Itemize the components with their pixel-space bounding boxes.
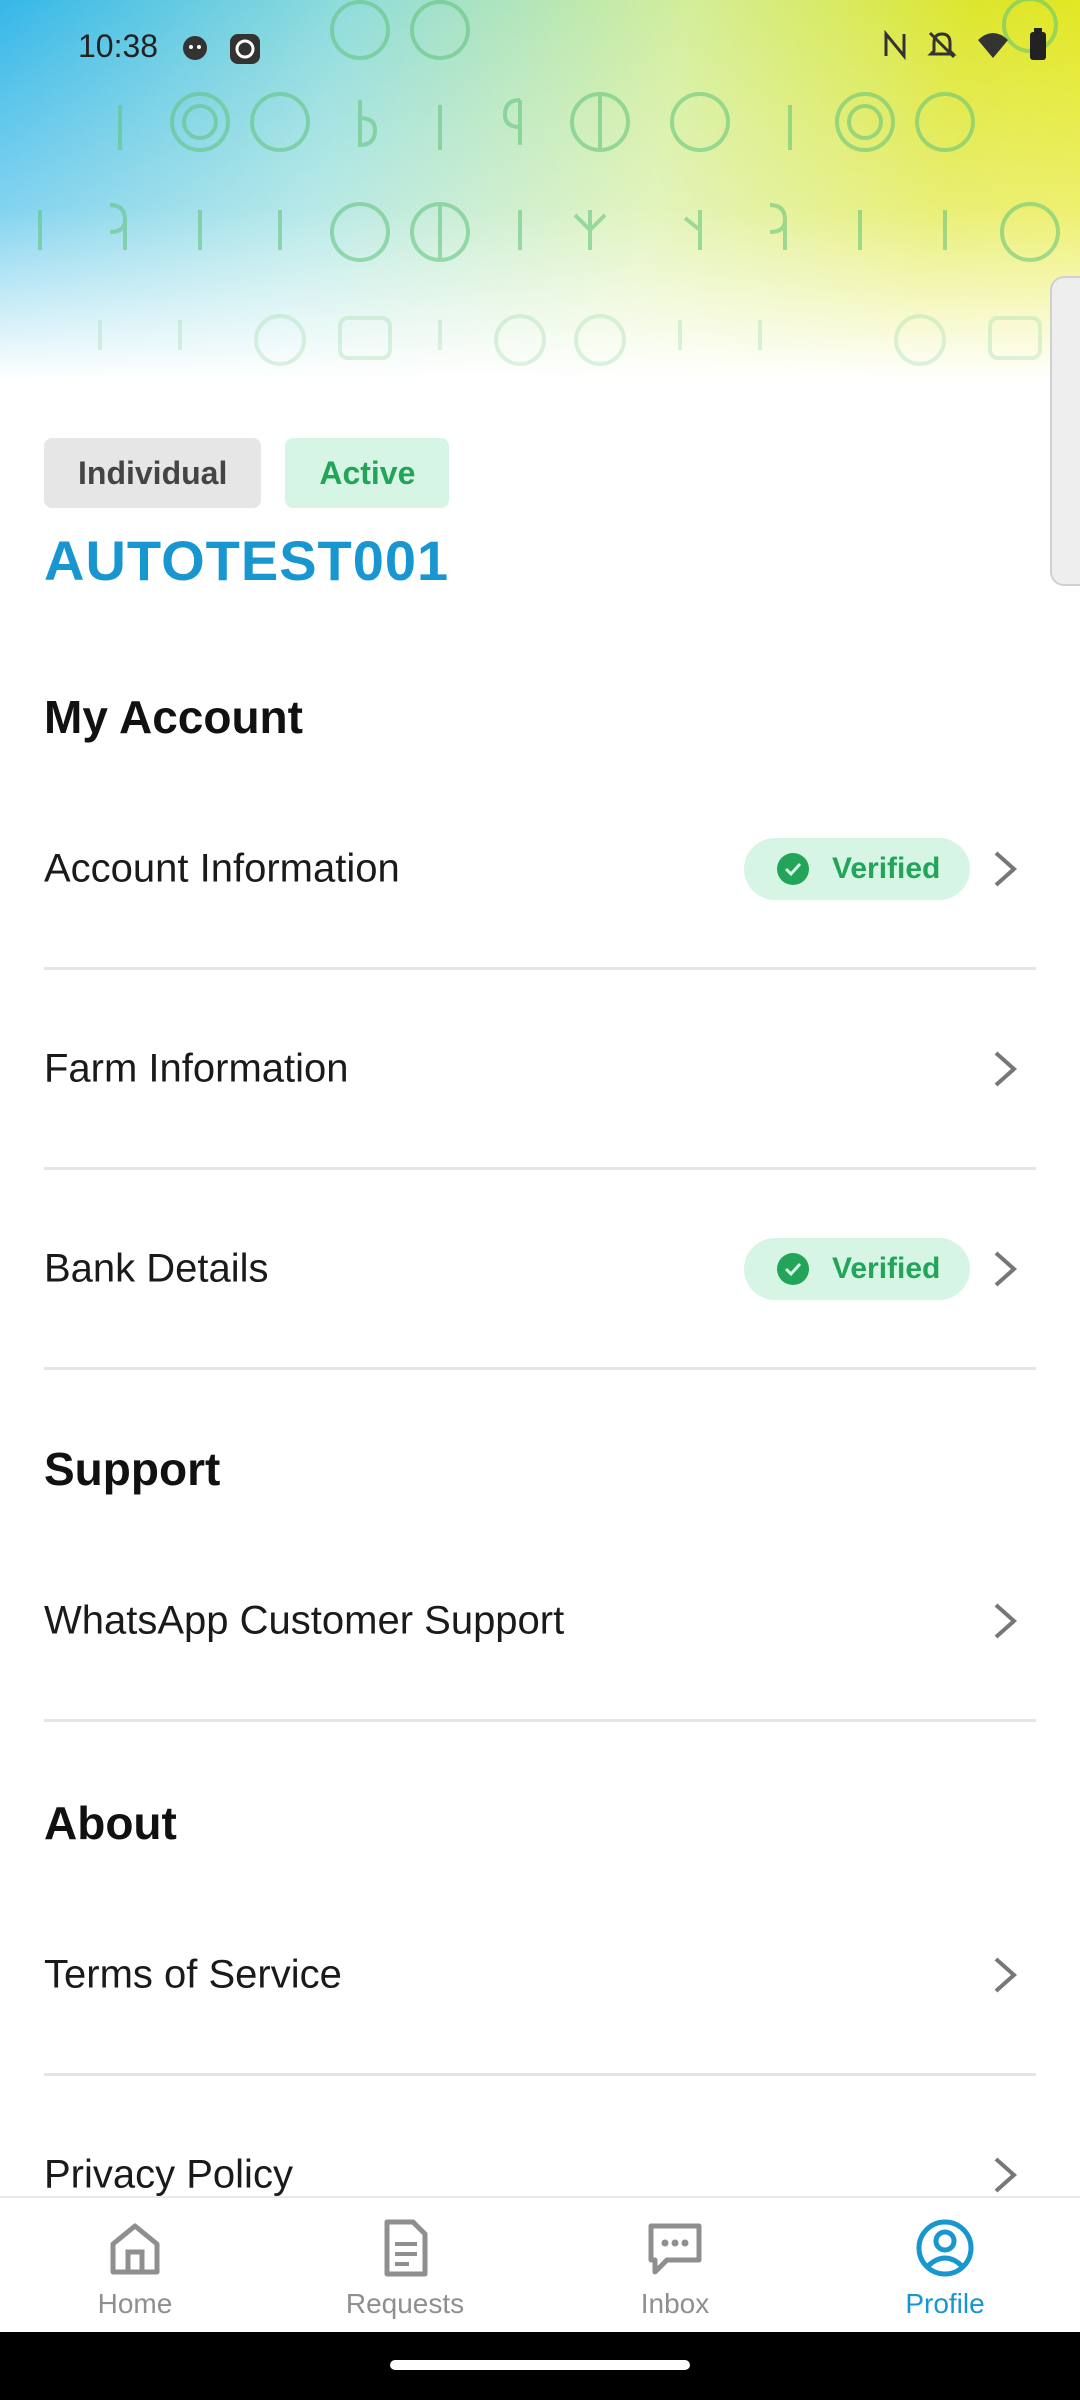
username: AUTOTEST001 xyxy=(44,529,450,592)
nav-label: Inbox xyxy=(640,2288,710,2319)
menu-row-farm-information[interactable]: Farm Information xyxy=(44,970,1036,1170)
status-bar: 10:38 xyxy=(0,0,1080,96)
nav-home[interactable]: Home xyxy=(0,2198,270,2332)
verified-badge: Verified xyxy=(744,837,970,900)
chevron-right-icon xyxy=(994,851,1018,886)
nav-profile[interactable]: Profile xyxy=(810,2198,1080,2332)
section-title-about: About xyxy=(44,1797,177,1849)
nav-requests[interactable]: Requests xyxy=(270,2198,540,2332)
nav-label: Home xyxy=(97,2288,173,2319)
status-time: 10:38 xyxy=(78,28,159,64)
section-title-support: Support xyxy=(44,1443,221,1495)
chevron-right-icon xyxy=(994,1957,1018,1992)
row-label: Farm Information xyxy=(44,1046,349,1090)
account-status-badge: Active xyxy=(285,438,450,508)
verified-badge-label: Verified xyxy=(832,1251,941,1285)
scroll-handle[interactable] xyxy=(1050,276,1080,586)
chevron-right-icon xyxy=(994,1603,1018,1638)
cat-notification-icon xyxy=(183,36,207,60)
row-label: Bank Details xyxy=(44,1246,269,1290)
verified-badge-label: Verified xyxy=(832,851,941,885)
row-label: WhatsApp Customer Support xyxy=(44,1598,565,1642)
profile-badges: Individual Active xyxy=(44,438,450,508)
nav-label: Profile xyxy=(905,2288,985,2319)
screen-record-icon xyxy=(230,34,260,64)
home-gesture-handle[interactable] xyxy=(390,2360,690,2370)
chevron-right-icon xyxy=(994,2157,1018,2192)
check-circle-icon xyxy=(777,852,809,885)
row-label: Privacy Policy xyxy=(44,2152,293,2196)
document-icon xyxy=(384,2219,428,2277)
mute-icon xyxy=(927,31,957,59)
wifi-icon xyxy=(978,33,1008,58)
menu-row-terms-of-service[interactable]: Terms of Service xyxy=(44,1876,1036,2076)
account-type-badge: Individual xyxy=(44,438,262,508)
check-circle-icon xyxy=(777,1252,809,1285)
menu-row-whatsapp-support[interactable]: WhatsApp Customer Support xyxy=(44,1522,1036,1722)
nav-label: Requests xyxy=(345,2288,465,2319)
nav-inbox[interactable]: Inbox xyxy=(540,2198,810,2332)
menu-row-account-information[interactable]: Account Information Verified xyxy=(44,770,1036,970)
section-title-my-account: My Account xyxy=(44,691,303,743)
verified-badge: Verified xyxy=(744,1237,970,1300)
menu-row-bank-details[interactable]: Bank Details Verified xyxy=(44,1170,1036,1370)
nfc-icon xyxy=(884,30,906,60)
profile-icon xyxy=(916,2219,974,2277)
battery-icon xyxy=(1030,28,1046,60)
home-icon xyxy=(110,2223,160,2275)
chevron-right-icon xyxy=(994,1051,1018,1086)
bottom-navigation: Home Requests Inbox Profile xyxy=(0,2196,1080,2332)
chevron-right-icon xyxy=(994,1251,1018,1286)
row-label: Account Information xyxy=(44,846,400,890)
row-label: Terms of Service xyxy=(44,1952,342,1996)
chat-icon xyxy=(648,2223,702,2275)
